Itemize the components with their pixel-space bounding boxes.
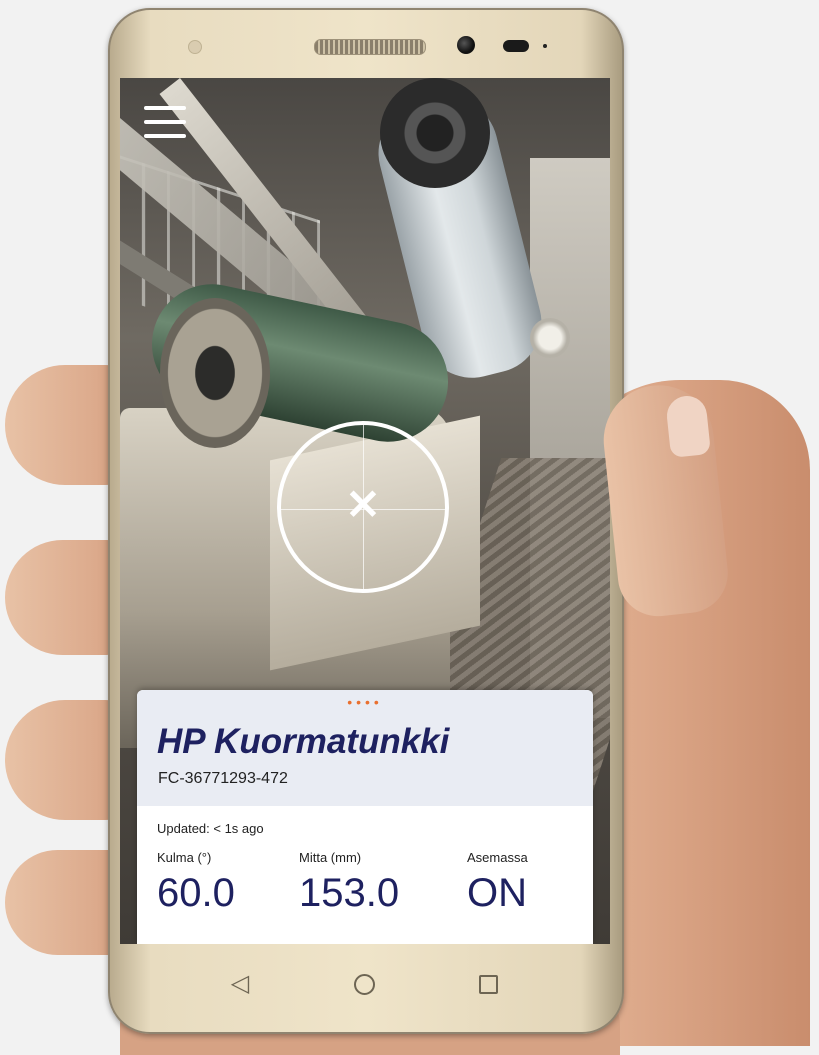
metric-value: 153.0 bbox=[299, 871, 400, 915]
metric-position: Asemassa ON bbox=[467, 850, 528, 916]
metric-angle: Kulma (°) 60.0 bbox=[157, 850, 235, 916]
pager-dots[interactable]: •••• bbox=[137, 694, 593, 710]
device-info-card[interactable]: •••• HP Kuormatunkki FC-36771293-472 Upd… bbox=[137, 690, 593, 944]
crosshair-icon[interactable]: ✕ bbox=[277, 421, 449, 593]
device-title: HP Kuormatunkki bbox=[157, 722, 450, 761]
metric-value: ON bbox=[467, 871, 527, 915]
device-id: FC-36771293-472 bbox=[158, 770, 288, 787]
update-status: Updated: < 1s ago bbox=[157, 821, 264, 836]
scene-pulley bbox=[380, 78, 490, 188]
target-x-icon: ✕ bbox=[345, 481, 381, 528]
phone-device: ✕ •••• HP Kuormatunkki FC-36771293-472 U… bbox=[108, 8, 624, 1034]
scene-roll-end bbox=[160, 298, 270, 448]
earpiece-speaker bbox=[314, 39, 426, 55]
indicator-dot bbox=[543, 44, 547, 48]
back-triangle-icon[interactable]: ◁ bbox=[222, 966, 258, 1002]
phone-top-bezel bbox=[110, 10, 622, 82]
front-flash bbox=[503, 40, 529, 52]
metric-label: Asemassa bbox=[467, 850, 528, 865]
front-camera-icon bbox=[457, 36, 475, 54]
proximity-sensor bbox=[188, 40, 202, 54]
app-screen: ✕ •••• HP Kuormatunkki FC-36771293-472 U… bbox=[120, 78, 610, 944]
android-nav-bar: ◁ bbox=[110, 950, 622, 1020]
metric-measure: Mitta (mm) 153.0 bbox=[299, 850, 399, 916]
metric-label: Mitta (mm) bbox=[299, 850, 362, 865]
metric-value: 60.0 bbox=[157, 871, 235, 915]
card-header: •••• HP Kuormatunkki FC-36771293-472 bbox=[137, 690, 593, 806]
hamburger-menu-icon[interactable] bbox=[144, 106, 186, 140]
home-circle-icon[interactable] bbox=[346, 966, 382, 1002]
recents-square-icon[interactable] bbox=[470, 966, 506, 1002]
metric-label: Kulma (°) bbox=[157, 850, 212, 865]
scene-lamp bbox=[530, 318, 570, 358]
